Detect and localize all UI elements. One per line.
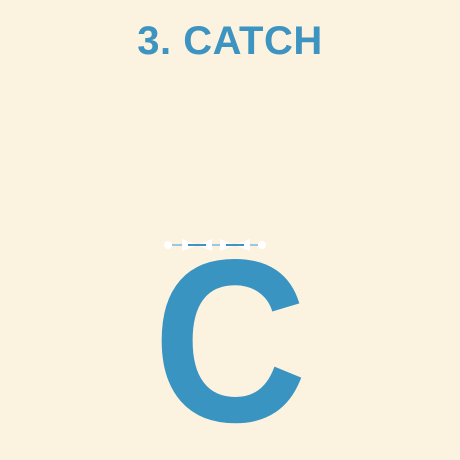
sprite-left-cap bbox=[164, 241, 172, 249]
step-title: 3. CATCH bbox=[137, 19, 323, 63]
letter-target: C bbox=[100, 226, 360, 458]
sprite-right-cap bbox=[258, 241, 266, 249]
letter-c: C bbox=[152, 212, 308, 460]
bowtie-sprite-icon[interactable] bbox=[160, 236, 270, 254]
